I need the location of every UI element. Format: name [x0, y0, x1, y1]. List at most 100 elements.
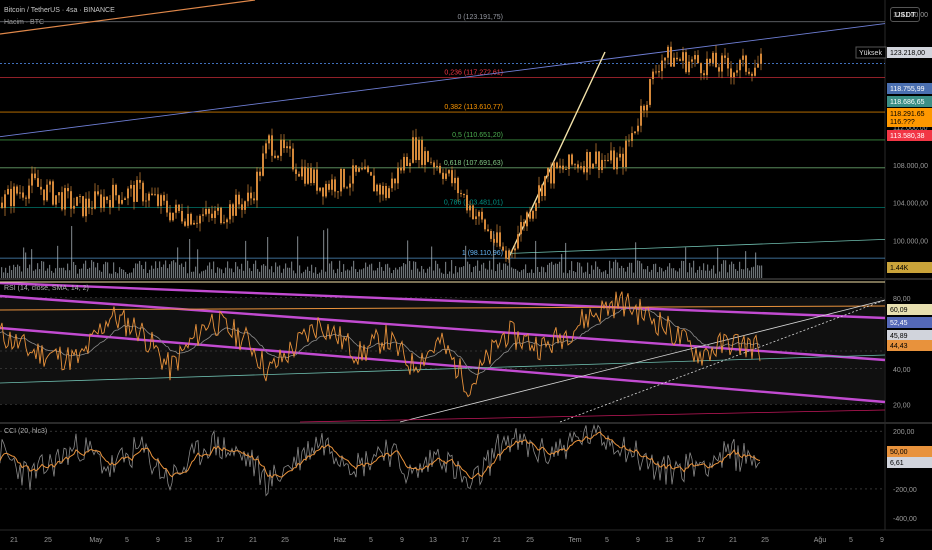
candle-body [379, 184, 381, 195]
candle-body [718, 67, 720, 72]
volume-bar [59, 267, 61, 278]
volume-bar [327, 228, 329, 278]
volume-bar [253, 263, 255, 278]
volume-bar [585, 271, 587, 278]
volume-bar [415, 261, 417, 278]
volume-bar [183, 266, 185, 278]
volume-bar [473, 266, 475, 278]
volume-bar [729, 264, 731, 278]
candle-body [634, 131, 636, 134]
candle-body [610, 150, 612, 161]
candle-body [148, 193, 150, 201]
volume-bar [213, 261, 215, 278]
candle-body [112, 184, 114, 208]
volume-bar [421, 265, 423, 278]
volume-bar [99, 270, 101, 278]
chart-canvas[interactable]: 124.000,00120.000,00116.000,00112.000,00… [0, 0, 932, 550]
volume-bar [449, 271, 451, 278]
volume-bar [591, 265, 593, 278]
volume-bar [399, 267, 401, 278]
currency-button[interactable]: USDT [890, 7, 921, 22]
volume-bar [425, 272, 427, 278]
volume-bar [755, 252, 757, 278]
candle-body [262, 153, 264, 176]
volume-bar [173, 260, 175, 278]
time-tick-label: 21 [493, 537, 501, 544]
volume-bar [671, 268, 673, 278]
candle-body [445, 173, 447, 179]
volume-bar [731, 261, 733, 278]
volume-bar [463, 266, 465, 278]
volume-bar [3, 272, 5, 278]
volume-bar [45, 270, 47, 278]
volume-bar [235, 262, 237, 278]
cci-badge: 6,61 [890, 460, 904, 467]
candle-body [355, 165, 357, 172]
volume-bar [629, 262, 631, 278]
candle-body [175, 204, 177, 213]
candle-body [349, 183, 351, 188]
volume-bar [533, 272, 535, 278]
volume-bar [171, 261, 173, 278]
volume-bar [649, 271, 651, 278]
fib-level-label: 1 (98.110,96) [462, 250, 503, 257]
time-tick-label: 17 [216, 537, 224, 544]
candle-body [559, 165, 561, 169]
rsi-badge: 52,45 [890, 320, 908, 327]
volume-bar [367, 266, 369, 278]
candle-body [136, 180, 138, 202]
volume-bar [121, 269, 123, 278]
candle-body [217, 207, 219, 211]
volume-bar [627, 266, 629, 278]
volume-bar [745, 251, 747, 278]
volume-bar [739, 261, 741, 278]
volume-bar [217, 267, 219, 278]
volume-bar [9, 265, 11, 278]
volume-bar [229, 268, 231, 278]
volume-bar [231, 268, 233, 278]
volume-bar [53, 272, 55, 278]
volume-bar [407, 240, 409, 278]
volume-bar [661, 268, 663, 278]
volume-bar [117, 273, 119, 278]
volume-bar [579, 262, 581, 278]
volume-bar [529, 272, 531, 278]
candle-body [103, 196, 105, 208]
candle-body [40, 186, 42, 190]
candle-body [400, 167, 402, 171]
volume-bar [523, 269, 525, 278]
volume-bar [539, 271, 541, 278]
candle-body [178, 204, 180, 211]
current-price-badge: 118.755,99 [890, 86, 925, 93]
volume-bar [439, 268, 441, 278]
volume-bar [97, 262, 99, 278]
candle-body [94, 191, 96, 209]
volume-bar [571, 261, 573, 278]
volume-bar [429, 266, 431, 278]
volume-bar [35, 269, 37, 278]
rsi-tick-label: 40,00 [893, 367, 911, 374]
candle-body [226, 219, 228, 223]
volume-bar [69, 270, 71, 278]
fib-level-label: 0,5 (110.651,20) [452, 132, 503, 139]
candle-body [70, 191, 72, 209]
candle-body [409, 162, 411, 166]
candle-body [199, 215, 201, 224]
volume-bar [501, 269, 503, 278]
volume-bar [223, 273, 225, 278]
candle-body [424, 151, 426, 165]
candle-body [553, 162, 555, 184]
candle-body [106, 196, 108, 201]
cci-label: CCI (20, hlc3) [4, 428, 48, 435]
volume-bar [93, 261, 95, 278]
candle-body [691, 59, 693, 62]
volume-bar [749, 270, 751, 278]
candle-body [361, 168, 363, 170]
volume-bar [159, 261, 161, 278]
candle-body [289, 146, 291, 149]
candle-body [331, 179, 333, 190]
volume-bar [675, 270, 677, 278]
volume-bar [663, 271, 665, 278]
volume-bar [547, 264, 549, 278]
candle-body [472, 205, 474, 220]
